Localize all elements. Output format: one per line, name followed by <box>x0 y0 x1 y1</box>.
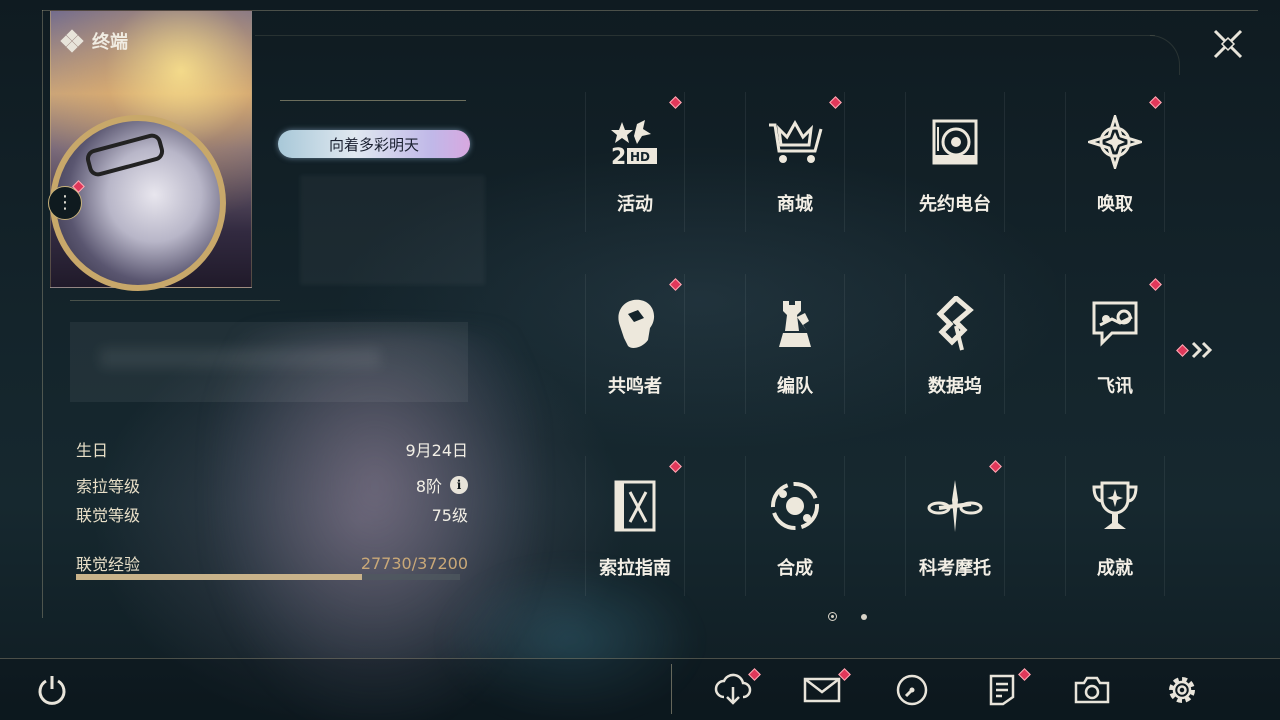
exp-progress-fill <box>76 574 363 580</box>
name-underline <box>280 100 466 101</box>
power-button[interactable] <box>32 670 72 710</box>
menu-tile-bg <box>1065 274 1165 414</box>
menu-tile-bg <box>1065 456 1165 596</box>
settings-gear-icon <box>1169 677 1195 703</box>
menu-tile-bg <box>1065 92 1165 232</box>
menu-item[interactable]: 合成 <box>745 456 845 596</box>
menu-tile-bg <box>745 274 845 414</box>
frame-corner <box>1150 35 1180 75</box>
close-button[interactable] <box>1208 24 1248 64</box>
exp-value: 27730/37200 <box>360 553 468 573</box>
exp-label: 联觉经验 <box>76 555 141 574</box>
stat-row-union-exp: 联觉经验 27730/37200 <box>76 551 468 575</box>
page-title: 终端 <box>92 32 128 53</box>
clock-icon <box>896 674 928 706</box>
page-dot-2[interactable] <box>861 613 867 620</box>
next-page-button[interactable] <box>1176 338 1222 362</box>
title-badge[interactable]: 向着多彩明天 <box>278 130 470 158</box>
menu-tile-bg <box>745 456 845 596</box>
hidden-name-area <box>300 175 485 285</box>
exp-progress-bar <box>76 574 460 580</box>
profile-divider <box>70 300 280 301</box>
menu-item[interactable]: 编队 <box>745 274 845 414</box>
stat-label: 索拉等级 <box>76 477 141 496</box>
download-icon <box>714 673 752 705</box>
clock-button[interactable] <box>892 670 932 710</box>
menu-tile-bg <box>585 92 685 232</box>
frame-line-inner <box>255 35 1155 36</box>
stat-value: 8阶 <box>415 477 442 496</box>
menu-item[interactable]: 数据坞 <box>905 274 1005 414</box>
download-button[interactable] <box>713 670 753 710</box>
settings-button[interactable] <box>1162 670 1202 710</box>
info-icon[interactable]: i <box>450 476 468 494</box>
next-page-badge <box>1176 343 1189 357</box>
power-icon <box>38 676 66 705</box>
menu-item[interactable]: 2 HD 活动 <box>585 92 685 232</box>
mail-icon <box>803 677 841 703</box>
diamond-logo-icon <box>60 29 84 53</box>
mail-button[interactable] <box>802 670 842 710</box>
stat-value: 75级 <box>431 506 468 525</box>
page-indicator <box>828 612 867 621</box>
terminal-header: 终端 <box>60 28 128 54</box>
stat-row-birthday: 生日 9月24日 <box>76 437 468 461</box>
stat-row-sol-rank: 索拉等级 8阶 i <box>76 473 468 497</box>
stat-label: 生日 <box>76 441 109 460</box>
menu-item[interactable]: 科考摩托 <box>905 456 1005 596</box>
menu-tile-bg <box>905 92 1005 232</box>
frame-line-left <box>42 10 43 618</box>
notice-button[interactable] <box>982 670 1022 710</box>
camera-icon <box>1074 676 1110 704</box>
menu-tile-bg <box>905 274 1005 414</box>
menu-item[interactable]: 成就 <box>1065 456 1165 596</box>
stat-label: 联觉等级 <box>76 506 141 525</box>
camera-button[interactable] <box>1072 670 1112 710</box>
menu-item[interactable]: 索拉指南 <box>585 456 685 596</box>
menu-tile-bg <box>745 92 845 232</box>
menu-tile-bg <box>585 274 685 414</box>
menu-item[interactable]: 共鸣者 <box>585 274 685 414</box>
menu-item[interactable]: 飞讯 <box>1065 274 1165 414</box>
menu-item[interactable]: 商城 <box>745 92 845 232</box>
menu-item[interactable]: 先约电台 <box>905 92 1005 232</box>
stat-value: 9月24日 <box>405 441 468 460</box>
notice-icon <box>989 674 1015 706</box>
menu-item[interactable]: 唤取 <box>1065 92 1165 232</box>
stat-row-union-level: 联觉等级 75级 <box>76 502 468 526</box>
signature-box[interactable] <box>70 322 468 402</box>
bottom-bar-divider <box>671 664 672 714</box>
page-dot-1[interactable] <box>828 612 837 621</box>
double-chevron-right-icon <box>1191 341 1213 359</box>
close-icon <box>1213 29 1243 59</box>
menu-tile-bg <box>905 456 1005 596</box>
stat-value-wrap: 8阶 i <box>416 473 468 497</box>
menu-tile-bg <box>585 456 685 596</box>
